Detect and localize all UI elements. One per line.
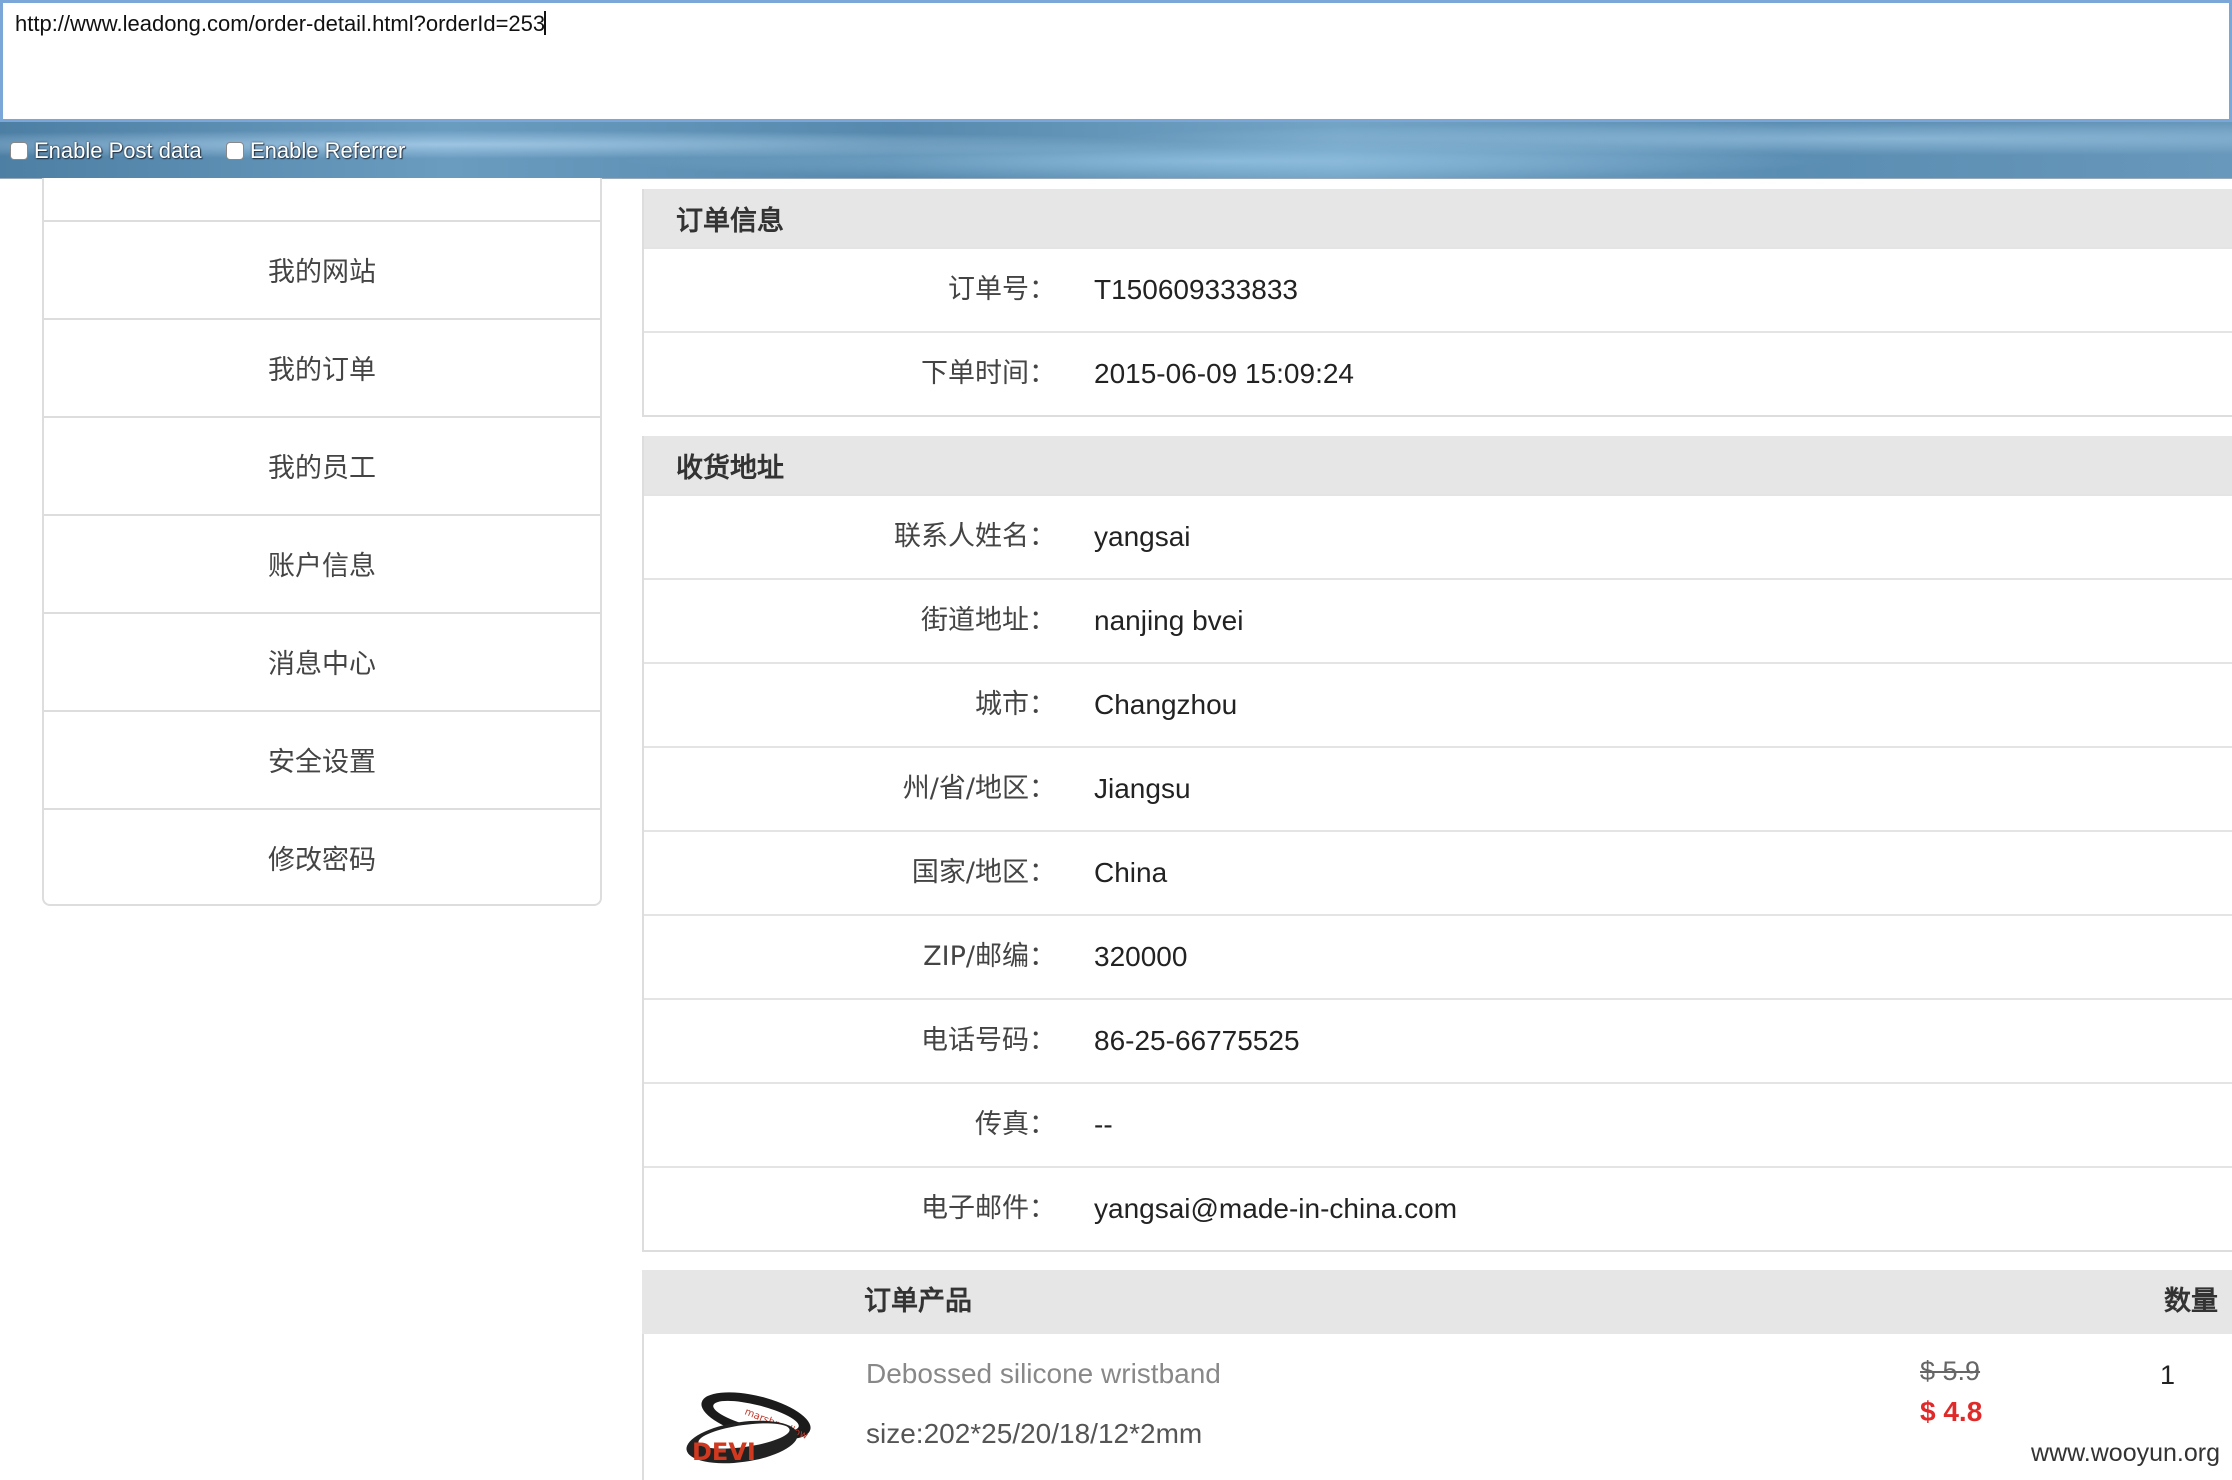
contact-name-row: 联系人姓名： yangsai	[644, 494, 2232, 578]
city-label: 城市：	[975, 689, 1056, 720]
fax-label: 传真：	[975, 1109, 1056, 1140]
watermark: www.wooyun.org	[2031, 1439, 2220, 1467]
enable-post-data-checkbox[interactable]	[10, 142, 28, 160]
account-sidebar: 我的网站 我的订单 我的员工 账户信息 消息中心 安全设置 修改密码	[42, 178, 602, 906]
sidebar-item-change-password[interactable]: 修改密码	[44, 808, 600, 904]
product-name[interactable]: Debossed silicone wristband	[866, 1358, 1221, 1390]
order-info-panel: 订单信息 订单号： T150609333833 下单时间： 2015-06-09…	[642, 189, 2232, 417]
fax-value: --	[1094, 1109, 1113, 1140]
enable-post-data-option[interactable]: Enable Post data	[10, 138, 202, 164]
text-caret	[544, 11, 547, 35]
contact-name-label: 联系人姓名：	[894, 521, 1056, 552]
order-time-value: 2015-06-09 15:09:24	[1094, 358, 1354, 389]
order-number-value: T150609333833	[1094, 274, 1298, 305]
sidebar-item-account-info[interactable]: 账户信息	[44, 514, 600, 610]
order-time-label: 下单时间：	[921, 358, 1056, 389]
url-text-wrap[interactable]: http://www.leadong.com/order-detail.html…	[15, 11, 547, 37]
quantity-column-header: 数量	[2164, 1286, 2218, 1317]
street-address-label: 街道地址：	[921, 605, 1056, 636]
street-address-value: nanjing bvei	[1094, 605, 1244, 636]
phone-row: 电话号码： 86-25-66775525	[644, 998, 2232, 1082]
country-value: China	[1094, 857, 1168, 888]
sidebar-item-my-staff[interactable]: 我的员工	[44, 416, 600, 512]
product-size: size:202*25/20/18/12*2mm	[866, 1418, 1203, 1449]
url-bar[interactable]: http://www.leadong.com/order-detail.html…	[0, 0, 2232, 122]
enable-referrer-option[interactable]: Enable Referrer	[226, 138, 405, 164]
product-thumbnail[interactable]: marshmallow DEVI	[684, 1384, 814, 1474]
city-value: Changzhou	[1094, 689, 1238, 720]
country-label: 国家/地区：	[911, 857, 1056, 888]
product-quantity: 1	[2160, 1360, 2176, 1390]
order-number-row: 订单号： T150609333833	[644, 247, 2232, 331]
svg-text:DEVI: DEVI	[692, 1438, 756, 1466]
option-bar: Enable Post data Enable Referrer	[0, 122, 2232, 179]
wristband-image-icon: marshmallow DEVI	[686, 1392, 811, 1466]
enable-post-data-label[interactable]: Enable Post data	[34, 138, 202, 164]
sidebar-item-message-center[interactable]: 消息中心	[44, 612, 600, 708]
shipping-address-title: 收货地址	[644, 436, 2232, 494]
email-value: yangsai@made-in-china.com	[1094, 1193, 1458, 1224]
order-products-header: 订单产品 数量	[642, 1270, 2232, 1334]
shipping-address-panel: 收货地址 联系人姓名： yangsai 街道地址： nanjing bvei 城…	[642, 436, 2232, 1252]
zip-label: ZIP/邮编：	[923, 941, 1056, 972]
sidebar-item-my-orders[interactable]: 我的订单	[44, 318, 600, 414]
contact-name-value: yangsai	[1094, 521, 1191, 552]
enable-referrer-checkbox[interactable]	[226, 142, 244, 160]
sidebar-item-my-website[interactable]: 我的网站	[44, 220, 600, 316]
order-products-title: 订单产品	[864, 1286, 972, 1317]
province-value: Jiangsu	[1094, 773, 1191, 804]
product-sale-price: $ 4.8	[1920, 1396, 1983, 1427]
street-address-row: 街道地址： nanjing bvei	[644, 578, 2232, 662]
phone-value: 86-25-66775525	[1094, 1025, 1300, 1056]
province-label: 州/省/地区：	[902, 773, 1056, 804]
email-row: 电子邮件： yangsai@made-in-china.com	[644, 1166, 2232, 1250]
order-info-title: 订单信息	[644, 189, 2232, 247]
phone-label: 电话号码：	[921, 1025, 1056, 1056]
order-number-label: 订单号：	[948, 274, 1056, 305]
country-row: 国家/地区： China	[644, 830, 2232, 914]
product-original-price: $ 5.9	[1920, 1356, 1981, 1386]
order-time-row: 下单时间： 2015-06-09 15:09:24	[644, 331, 2232, 415]
zip-value: 320000	[1094, 941, 1188, 972]
province-row: 州/省/地区： Jiangsu	[644, 746, 2232, 830]
city-row: 城市： Changzhou	[644, 662, 2232, 746]
email-label: 电子邮件：	[921, 1193, 1056, 1224]
product-row: marshmallow DEVI Debossed silicone wrist…	[642, 1334, 2232, 1480]
enable-referrer-label[interactable]: Enable Referrer	[250, 138, 405, 164]
zip-row: ZIP/邮编： 320000	[644, 914, 2232, 998]
url-text[interactable]: http://www.leadong.com/order-detail.html…	[15, 11, 545, 36]
sidebar-item-security-settings[interactable]: 安全设置	[44, 710, 600, 806]
fax-row: 传真： --	[644, 1082, 2232, 1166]
